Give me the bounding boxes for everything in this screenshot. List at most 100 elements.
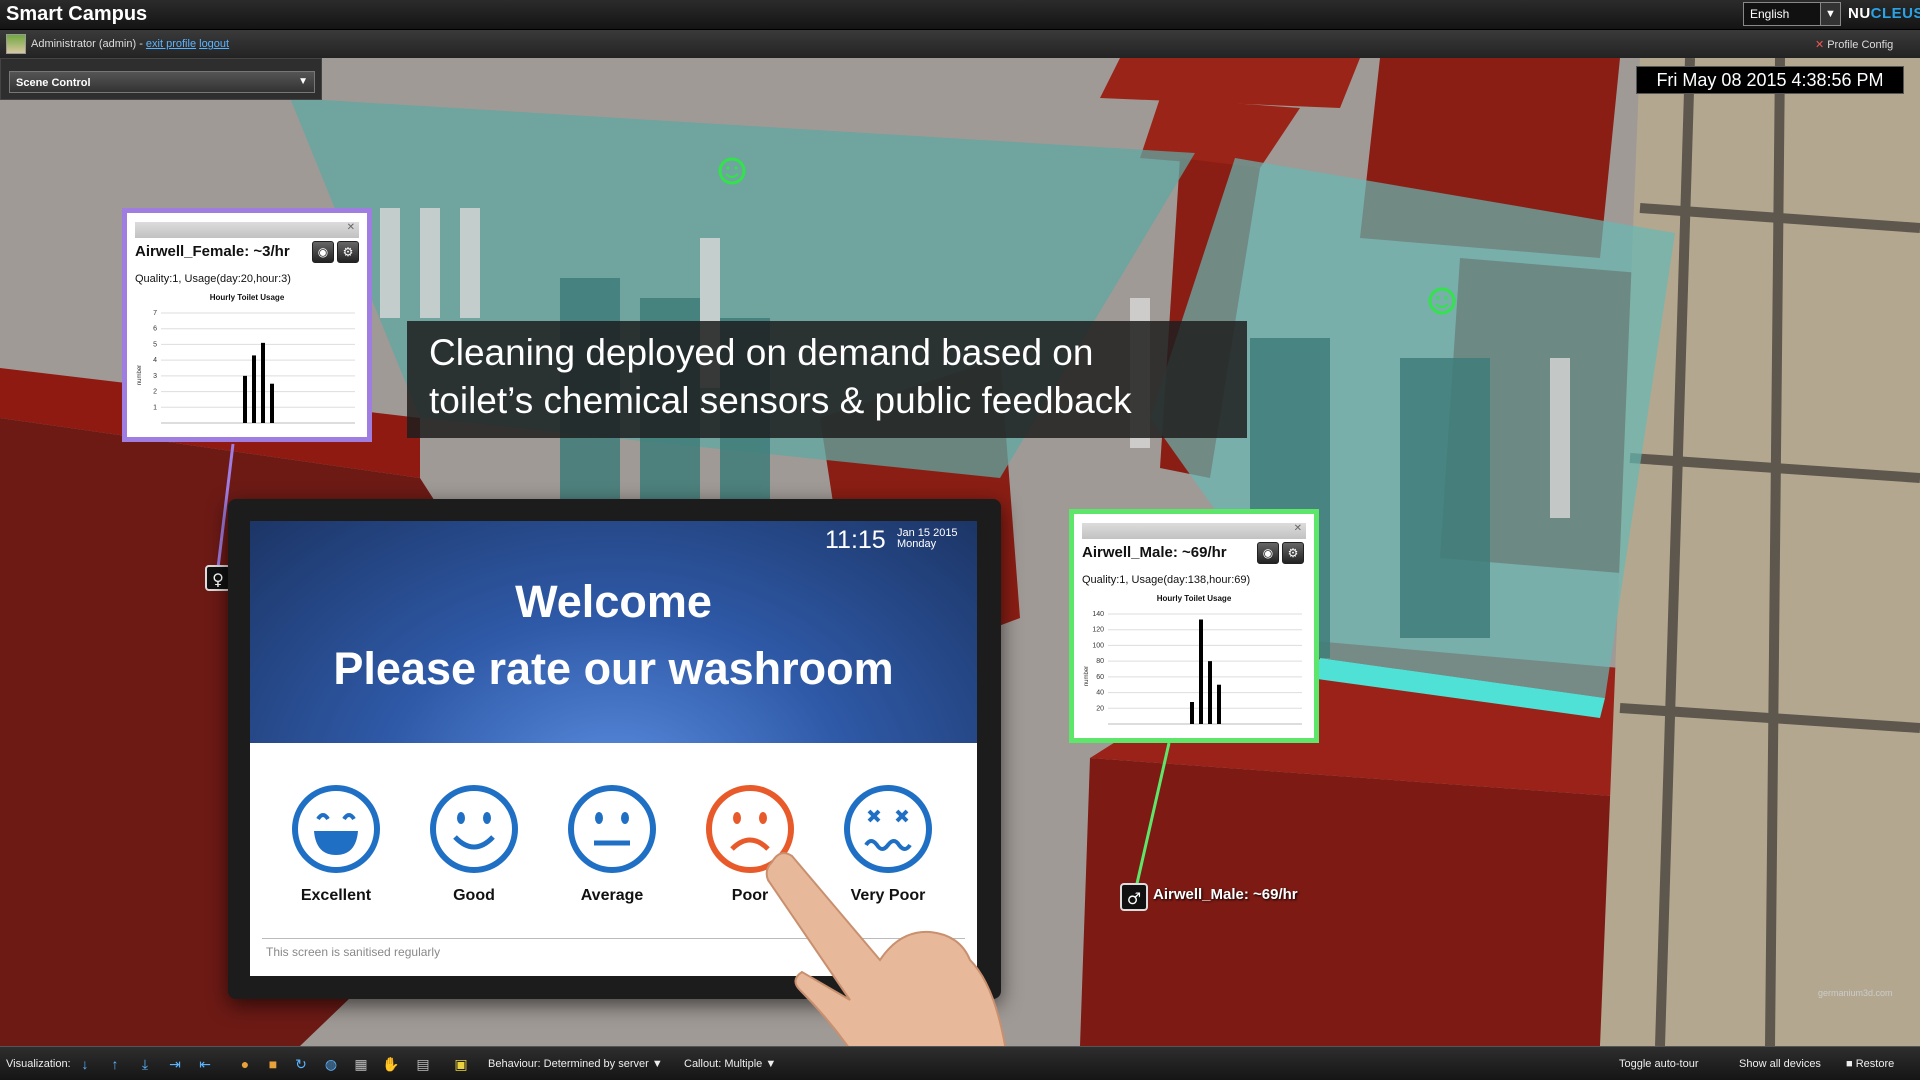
eye-icon[interactable]: ◉ <box>312 241 334 263</box>
arrow-down-icon[interactable]: ↓ <box>76 1055 94 1073</box>
datetime-display: Fri May 08 2015 4:38:56 PM <box>1636 66 1904 94</box>
welcome-heading: Welcome <box>515 576 712 627</box>
behaviour-label: Behaviour: Determined by server <box>488 1058 649 1070</box>
visualization-label: Visualization: <box>6 1058 71 1070</box>
brand-logo: NUCLEUS <box>1848 5 1920 22</box>
app-title: Smart Campus <box>6 3 148 25</box>
callout-header[interactable]: ✕ <box>135 222 359 238</box>
restore-button[interactable]: ■ Restore <box>1846 1058 1894 1070</box>
eye-icon[interactable]: ◉ <box>1257 542 1279 564</box>
show-all-devices-button[interactable]: Show all devices <box>1739 1058 1821 1070</box>
chart-title: Hourly Toilet Usage <box>209 293 285 302</box>
y-tick-label: 2 <box>153 389 157 396</box>
restore-label: Restore <box>1855 1058 1895 1070</box>
close-icon[interactable]: ✕ <box>347 222 355 233</box>
folder-icon[interactable]: ■ <box>264 1055 282 1073</box>
profile-config-button[interactable]: ✕ Profile Config <box>1815 38 1893 51</box>
avatar <box>6 34 26 54</box>
chart-title: Hourly Toilet Usage <box>1156 594 1232 603</box>
callout-subtitle: Quality:1, Usage(day:138,hour:69) <box>1082 574 1251 586</box>
callout-title: Airwell_Female: ~3/hr <box>135 243 290 260</box>
logout-link[interactable]: logout <box>199 38 229 50</box>
brand-part-2: CLEUS <box>1870 5 1920 22</box>
restore-icon: ■ <box>1846 1058 1853 1070</box>
svg-text:♀: ♀ <box>212 570 224 589</box>
svg-text:♂: ♂ <box>1127 889 1141 908</box>
caption-line-1: Cleaning deployed on demand based on <box>429 332 1094 373</box>
bottom-toolbar: Visualization: ↓ ↑ ⤓ ⇥ ⇤ ● ■ ↻ ◍ ▦ ✋ ▤ ▣… <box>0 1046 1920 1080</box>
y-tick-label: 120 <box>1092 627 1104 634</box>
female-sensor-icon[interactable]: ♀ <box>205 565 231 591</box>
globe-icon[interactable]: ◍ <box>322 1055 340 1073</box>
callout-select[interactable]: Callout: Multiple ▼ <box>684 1058 776 1070</box>
rating-label-good[interactable]: Good <box>404 887 544 905</box>
gear-icon[interactable]: ⚙ <box>337 241 359 263</box>
y-tick-label: 140 <box>1092 611 1104 618</box>
chart-bar <box>261 342 265 423</box>
toggle-auto-tour-button[interactable]: Toggle auto-tour <box>1619 1058 1699 1070</box>
watermark: germanium3d.com <box>1818 988 1893 998</box>
rating-label-average[interactable]: Average <box>542 887 682 905</box>
caption-banner: Cleaning deployed on demand based on toi… <box>407 321 1247 438</box>
y-tick-label: 100 <box>1092 642 1104 649</box>
y-tick-label: 3 <box>153 373 157 380</box>
y-tick-label: 80 <box>1096 658 1104 665</box>
scene-control-panel: Scene Control ▼ <box>0 58 322 100</box>
male-sensor-icon[interactable]: ♂ <box>1120 883 1148 911</box>
arrow-up-icon[interactable]: ↑ <box>106 1055 124 1073</box>
callout-title: Airwell_Male: ~69/hr <box>1082 544 1227 561</box>
tablet-day: Monday <box>897 538 937 550</box>
hand-icon[interactable]: ✋ <box>382 1055 400 1073</box>
arrow-left-icon[interactable]: ⇤ <box>196 1055 214 1073</box>
tools-icon: ✕ <box>1815 39 1825 51</box>
callout-male[interactable]: ✕ Airwell_Male: ~69/hr ◉ ⚙ Quality:1, Us… <box>1069 509 1319 743</box>
y-tick-label: 7 <box>153 310 157 317</box>
callout-female[interactable]: ✕ Airwell_Female: ~3/hr ◉ ⚙ Quality:1, U… <box>122 208 372 442</box>
exit-profile-link[interactable]: exit profile <box>146 38 196 50</box>
chart-bar <box>1190 702 1194 724</box>
y-axis-label: number <box>1084 666 1090 686</box>
chart-bar <box>252 355 256 423</box>
callout-subtitle: Quality:1, Usage(day:20,hour:3) <box>135 273 291 285</box>
refresh-icon[interactable]: ↻ <box>292 1055 310 1073</box>
person-icon[interactable]: ● <box>236 1055 254 1073</box>
tablet-date: Jan 15 2015 Monday <box>897 528 958 550</box>
chart-bar <box>1217 684 1221 724</box>
user-name: Administrator (admin) - <box>31 38 146 50</box>
chevron-down-icon: ▼ <box>298 76 308 87</box>
rating-label-excellent[interactable]: Excellent <box>266 887 406 905</box>
y-tick-label: 6 <box>153 326 157 333</box>
title-bar: Smart Campus English ▼ NUCLEUS <box>0 0 1920 30</box>
chevron-down-icon[interactable]: ▼ <box>1820 2 1841 26</box>
tablet-time: 11:15 <box>825 526 886 554</box>
callout-header[interactable]: ✕ <box>1082 523 1306 539</box>
user-info: Administrator (admin) - exit profile log… <box>31 38 229 50</box>
gear-icon[interactable]: ⚙ <box>1282 542 1304 564</box>
chart-bar <box>270 383 274 423</box>
arrow-right-icon[interactable]: ⇥ <box>166 1055 184 1073</box>
chart-bar <box>243 375 247 423</box>
good-face-icon[interactable] <box>428 783 520 875</box>
y-tick-label: 20 <box>1096 705 1104 712</box>
y-tick-label: 5 <box>153 341 157 348</box>
scene-control-label: Scene Control <box>16 77 91 89</box>
behaviour-select[interactable]: Behaviour: Determined by server ▼ <box>488 1058 663 1070</box>
y-axis-label: number <box>137 365 143 385</box>
download-icon[interactable]: ⤓ <box>136 1055 154 1073</box>
pointing-hand-icon <box>765 852 1012 1080</box>
callout-label: Callout: Multiple <box>684 1058 763 1070</box>
close-icon[interactable]: ✕ <box>1294 523 1302 534</box>
rating-prompt: Please rate our washroom <box>333 643 894 694</box>
y-tick-label: 60 <box>1096 674 1104 681</box>
chart-bar <box>1199 619 1203 724</box>
image-icon[interactable]: ▣ <box>452 1055 470 1073</box>
average-face-icon[interactable] <box>566 783 658 875</box>
y-tick-label: 1 <box>153 404 157 411</box>
layers-icon[interactable]: ▤ <box>414 1055 432 1073</box>
chart-bar <box>1208 661 1212 724</box>
user-bar: Administrator (admin) - exit profile log… <box>0 30 1920 58</box>
scene-control-select[interactable]: Scene Control ▼ <box>9 71 315 93</box>
grid-icon[interactable]: ▦ <box>352 1055 370 1073</box>
location-label[interactable]: Airwell_Male: ~69/hr <box>1153 886 1298 903</box>
excellent-face-icon[interactable] <box>290 783 382 875</box>
